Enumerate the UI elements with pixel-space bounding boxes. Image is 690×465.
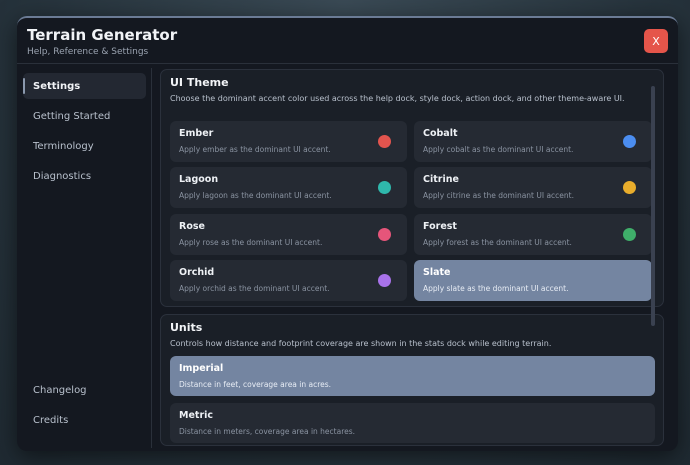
theme-option-name: Cobalt <box>423 128 458 139</box>
theme-option-name: Ember <box>179 128 214 139</box>
theme-option-lagoon[interactable]: Lagoon Apply lagoon as the dominant UI a… <box>170 167 407 208</box>
sidebar-item-getting-started[interactable]: Getting Started <box>23 103 146 129</box>
sidebar-item-credits[interactable]: Credits <box>23 407 146 433</box>
theme-option-desc: Apply forest as the dominant UI accent. <box>423 238 572 247</box>
sidebar-item-diagnostics[interactable]: Diagnostics <box>23 163 146 189</box>
units-option-desc: Distance in meters, coverage area in hec… <box>179 427 356 436</box>
units-option-imperial[interactable]: Imperial Distance in feet, coverage area… <box>170 356 655 396</box>
units-option-name: Imperial <box>179 363 224 374</box>
theme-option-name: Lagoon <box>179 174 219 185</box>
theme-option-rose[interactable]: Rose Apply rose as the dominant UI accen… <box>170 214 407 255</box>
theme-option-desc: Apply slate as the dominant UI accent. <box>423 284 569 293</box>
theme-option-name: Rose <box>179 221 205 232</box>
units-option-desc: Distance in feet, coverage area in acres… <box>179 380 332 389</box>
sidebar-item-settings[interactable]: Settings <box>23 73 146 99</box>
app-title: Terrain Generator <box>27 26 178 44</box>
sidebar-item-changelog[interactable]: Changelog <box>23 377 146 403</box>
theme-option-name: Citrine <box>423 174 459 185</box>
settings-window: Terrain Generator Help, Reference & Sett… <box>17 16 678 451</box>
theme-option-slate[interactable]: Slate Apply slate as the dominant UI acc… <box>414 260 652 301</box>
color-swatch-icon <box>378 181 391 194</box>
window-header: Terrain Generator Help, Reference & Sett… <box>17 18 678 64</box>
units-title: Units <box>170 321 203 334</box>
theme-option-forest[interactable]: Forest Apply forest as the dominant UI a… <box>414 214 652 255</box>
color-swatch-icon <box>623 135 636 148</box>
ui-theme-section: UI Theme Choose the dominant accent colo… <box>160 69 664 307</box>
app-subtitle: Help, Reference & Settings <box>27 47 149 57</box>
sidebar-item-terminology[interactable]: Terminology <box>23 133 146 159</box>
theme-option-ember[interactable]: Ember Apply ember as the dominant UI acc… <box>170 121 407 162</box>
ui-theme-title: UI Theme <box>170 76 229 89</box>
theme-option-name: Orchid <box>179 267 215 278</box>
theme-option-desc: Apply lagoon as the dominant UI accent. <box>179 191 332 200</box>
theme-option-desc: Apply cobalt as the dominant UI accent. <box>423 145 574 154</box>
units-section: Units Controls how distance and footprin… <box>160 314 664 446</box>
theme-option-desc: Apply rose as the dominant UI accent. <box>179 238 323 247</box>
units-option-name: Metric <box>179 410 214 421</box>
settings-content: UI Theme Choose the dominant accent colo… <box>158 68 668 448</box>
units-description: Controls how distance and footprint cove… <box>170 339 552 348</box>
color-swatch-icon <box>623 228 636 241</box>
theme-option-cobalt[interactable]: Cobalt Apply cobalt as the dominant UI a… <box>414 121 652 162</box>
theme-option-name: Slate <box>423 267 451 278</box>
close-button[interactable]: X <box>644 29 668 53</box>
ui-theme-description: Choose the dominant accent color used ac… <box>170 94 625 103</box>
theme-option-orchid[interactable]: Orchid Apply orchid as the dominant UI a… <box>170 260 407 301</box>
sidebar: Settings Getting Started Terminology Dia… <box>17 68 152 448</box>
theme-option-desc: Apply orchid as the dominant UI accent. <box>179 284 330 293</box>
content-scrollbar[interactable] <box>651 86 655 326</box>
units-option-metric[interactable]: Metric Distance in meters, coverage area… <box>170 403 655 443</box>
theme-option-desc: Apply ember as the dominant UI accent. <box>179 145 331 154</box>
color-swatch-icon <box>378 228 391 241</box>
theme-option-name: Forest <box>423 221 457 232</box>
color-swatch-icon <box>623 181 636 194</box>
color-swatch-icon <box>378 274 391 287</box>
theme-option-citrine[interactable]: Citrine Apply citrine as the dominant UI… <box>414 167 652 208</box>
color-swatch-icon <box>378 135 391 148</box>
theme-option-desc: Apply citrine as the dominant UI accent. <box>423 191 574 200</box>
